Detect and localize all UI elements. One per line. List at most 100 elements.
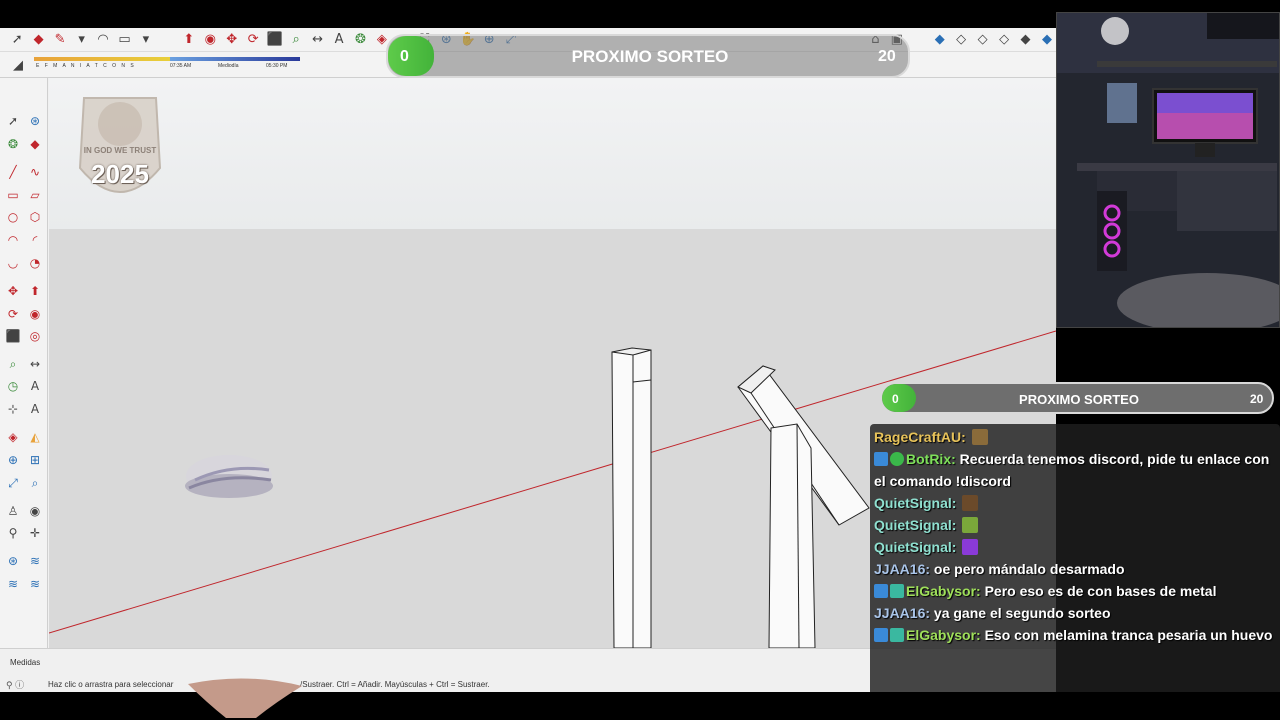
rectangle-tool-icon[interactable]: ▭ — [4, 186, 22, 204]
arc-tool-icon[interactable]: ◠ — [4, 231, 22, 249]
axes-tool-icon[interactable]: ⊹ — [4, 400, 22, 418]
pie-tool-icon[interactable]: ◔ — [26, 254, 44, 272]
chat-username: JJAA16: — [874, 561, 931, 577]
chat-username: ElGabysor: — [906, 583, 981, 599]
stamp-tool-icon[interactable]: ≋ — [4, 575, 22, 593]
trophy-emote-icon — [971, 429, 988, 445]
chat-message: BotRix: Recuerda tenemos discord, pide t… — [874, 448, 1276, 492]
chat-text: Eso con melamina tranca pesaria un huevo — [984, 627, 1273, 643]
zoom-extents-tool-icon[interactable]: ⤢ — [4, 474, 22, 492]
giveaway-goal: 20 — [878, 48, 896, 65]
measurements-label: Medidas — [10, 658, 41, 667]
line-dropdown-icon[interactable]: ▾ — [72, 31, 90, 49]
tape-tool-icon[interactable]: ⌕ — [4, 355, 22, 373]
vertical-post — [611, 347, 652, 648]
rotate-icon[interactable]: ⟳ — [244, 31, 262, 49]
protractor-tool-icon[interactable]: ◷ — [4, 377, 22, 395]
giveaway-title: PROXIMO SORTEO — [571, 47, 729, 66]
make-component-icon[interactable]: ⊛ — [26, 112, 44, 130]
dimension-icon[interactable]: ↔ — [308, 31, 326, 49]
webcam-overlay — [1056, 12, 1280, 328]
chat-message: QuietSignal: — [874, 514, 1276, 536]
paint-tool-icon[interactable]: ❂ — [4, 135, 22, 153]
status-info-icon: ⚲ ⓘ — [6, 680, 25, 690]
chat-message: QuietSignal: — [874, 536, 1276, 558]
two-point-arc-icon[interactable]: ◜ — [26, 231, 44, 249]
paint-icon[interactable]: ◢ — [8, 56, 28, 74]
shadow-time-left: 07:35 AM — [170, 63, 192, 69]
chat-message: JJAA16: oe pero mándalo desarmado — [874, 558, 1276, 580]
dimension-tool-icon[interactable]: ↔ — [26, 355, 44, 373]
rotated-rect-tool-icon[interactable]: ▱ — [26, 186, 44, 204]
status-hint: Haz clic o arrastra para seleccionar — [48, 680, 174, 689]
chat-username: QuietSignal: — [874, 539, 957, 555]
chat-username: QuietSignal: — [874, 517, 957, 533]
chat-text: Pero eso es de con bases de metal — [984, 583, 1217, 599]
streamer-arm — [188, 678, 302, 718]
shadow-time-strip[interactable]: E F M A N I A T C O N S 07:35 AM Mediodí… — [30, 56, 300, 74]
rotate-tool-icon[interactable]: ⟳ — [4, 305, 22, 323]
scale-tool-icon[interactable]: ⬛ — [4, 327, 22, 345]
badge-motto: IN GOD WE TRUST — [83, 146, 157, 155]
arc-icon[interactable]: ◠ — [94, 31, 112, 49]
chat-text: oe pero mándalo desarmado — [933, 561, 1125, 577]
giveaway-bar-chat: 0 PROXIMO SORTEO 20 — [880, 382, 1274, 414]
section-tool-icon[interactable]: ◈ — [4, 428, 22, 446]
circle-tool-icon[interactable]: ○ — [4, 208, 22, 226]
zoom-window-tool-icon[interactable]: ⊞ — [26, 451, 44, 469]
text-tool-icon[interactable]: A — [26, 377, 44, 395]
shape-icon[interactable]: ▭ — [115, 31, 133, 49]
move-icon[interactable]: ✥ — [223, 31, 241, 49]
text-icon[interactable]: A — [330, 31, 348, 49]
pencil-icon[interactable]: ✎ — [51, 31, 69, 49]
shadow-time-mid: Mediodía — [218, 63, 239, 69]
tape-measure-icon[interactable]: ⌕ — [287, 31, 305, 49]
chat-username: QuietSignal: — [874, 495, 957, 511]
sub-badge-icon — [890, 584, 904, 598]
three-point-arc-icon[interactable]: ◡ — [4, 254, 22, 272]
mod-badge-icon — [874, 628, 888, 642]
chat-message: JJAA16: ya gane el segundo sorteo — [874, 602, 1276, 624]
select-tool-icon[interactable]: ➚ — [4, 112, 22, 130]
scale-icon[interactable]: ⬛ — [265, 31, 283, 49]
push-pull-tool-icon[interactable]: ⬆ — [26, 282, 44, 300]
xray-tool-icon[interactable]: ◭ — [26, 428, 44, 446]
shape-dropdown-icon[interactable]: ▾ — [137, 31, 155, 49]
monochrome-icon[interactable]: ◆ — [1038, 31, 1056, 49]
sandbox-tool-icon[interactable]: ⊛ — [4, 552, 22, 570]
push-pull-icon[interactable]: ⬆ — [180, 31, 198, 49]
shaded-icon[interactable]: ◇ — [995, 31, 1013, 49]
polygon-tool-icon[interactable]: ⬡ — [26, 208, 44, 226]
style-letters: E F M A N I A T C O N S — [36, 63, 136, 69]
status-hint-tail: /Sustraer. Ctrl = Añadir. Mayúsculas + C… — [300, 680, 490, 689]
eraser-tool-icon[interactable]: ◆ — [26, 135, 44, 153]
3d-text-tool-icon[interactable]: A — [26, 400, 44, 418]
shadow-time-right: 05:30 PM — [266, 63, 288, 69]
xray-icon[interactable]: ◆ — [930, 31, 948, 49]
purple-emote-icon — [962, 539, 979, 555]
line-tool-icon[interactable]: ╱ — [4, 163, 22, 181]
pan-tool-icon[interactable]: ✛ — [26, 524, 44, 542]
hidden-line-icon[interactable]: ◇ — [973, 31, 991, 49]
freehand-tool-icon[interactable]: ∿ — [26, 163, 44, 181]
wireframe-icon[interactable]: ◇ — [952, 31, 970, 49]
shadow-time-bar — [170, 57, 300, 61]
chat-username: RageCraftAU: — [874, 429, 966, 445]
eraser-icon[interactable]: ◆ — [29, 31, 47, 49]
orbit-tool-icon[interactable]: ⊕ — [4, 451, 22, 469]
follow-me-icon[interactable]: ◉ — [201, 31, 219, 49]
position-camera-icon[interactable]: ♙ — [4, 502, 22, 520]
paint-bucket-icon[interactable]: ❂ — [351, 31, 369, 49]
move-tool-icon[interactable]: ✥ — [4, 282, 22, 300]
sandbox-from-scratch-icon[interactable]: ≋ — [26, 552, 44, 570]
follow-me-tool-icon[interactable]: ◉ — [26, 305, 44, 323]
textured-icon[interactable]: ◆ — [1016, 31, 1034, 49]
offset-tool-icon[interactable]: ◎ — [26, 327, 44, 345]
walk-tool-icon[interactable]: ⚲ — [4, 524, 22, 542]
mod-badge-icon — [874, 584, 888, 598]
zoom-tool-icon[interactable]: ⌕ — [26, 474, 44, 492]
look-around-icon[interactable]: ◉ — [26, 502, 44, 520]
select-arrow-icon[interactable]: ➚ — [8, 31, 26, 49]
drape-tool-icon[interactable]: ≋ — [26, 575, 44, 593]
shadow-date-bar — [34, 57, 184, 61]
